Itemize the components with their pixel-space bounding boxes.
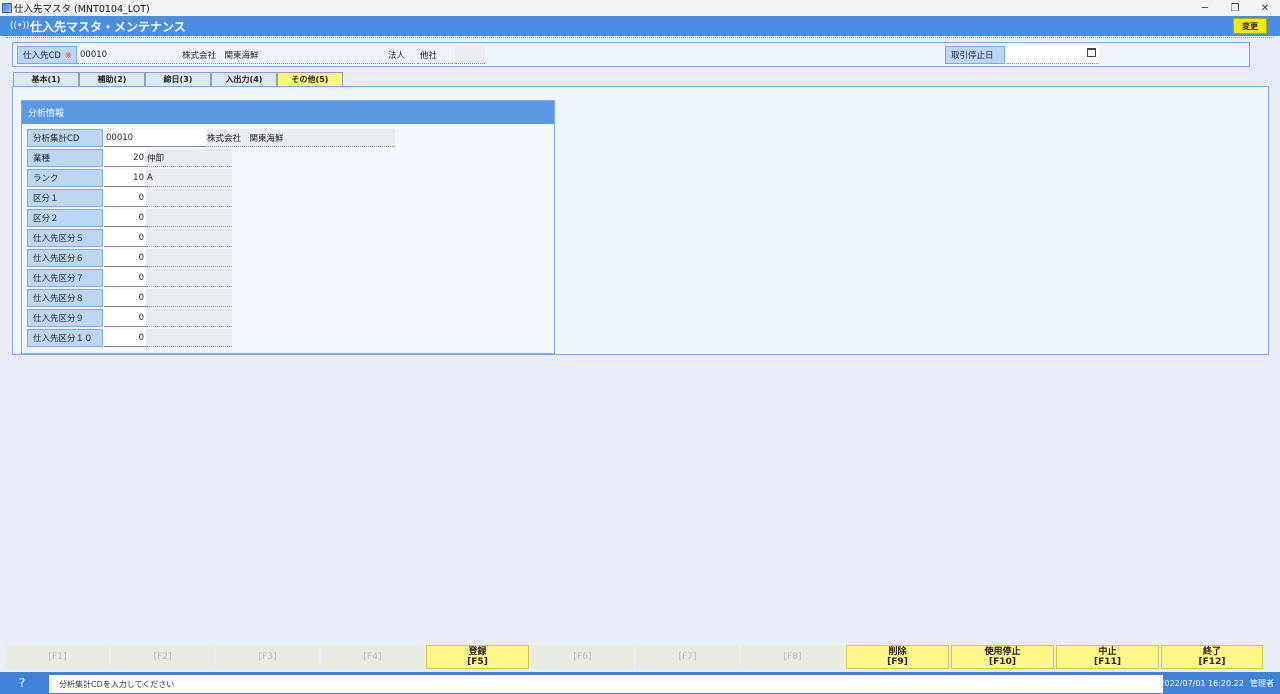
tab-other[interactable]: その他(5) bbox=[277, 72, 343, 86]
status-info: 2022/07/01 16:20:22 管理者 bbox=[1159, 672, 1274, 694]
cancel-button[interactable]: 中止 [F11] bbox=[1056, 645, 1159, 669]
row-label-industry: 業種 bbox=[27, 149, 103, 167]
tab-closing-date[interactable]: 締日(3) bbox=[145, 72, 211, 86]
row-label-rank: ランク bbox=[27, 169, 103, 187]
row-label-supplier-class8: 仕入先区分８ bbox=[27, 289, 103, 307]
stop-date-label: 取引停止日 bbox=[945, 46, 1005, 64]
input-class1[interactable]: 0 bbox=[104, 189, 146, 207]
f1-button[interactable]: [F1] bbox=[6, 645, 109, 669]
desc-supplier-class5 bbox=[146, 229, 232, 247]
desc-class2 bbox=[146, 209, 232, 227]
input-industry[interactable]: 20 bbox=[104, 149, 146, 167]
function-key-bar: [F1] [F2] [F3] [F4] 登録 [F5] [F6] [F7] [F8… bbox=[6, 645, 1274, 669]
desc-rank: A bbox=[146, 169, 232, 187]
change-mode-button[interactable]: 変更 bbox=[1233, 18, 1267, 34]
row-label-supplier-class9: 仕入先区分９ bbox=[27, 309, 103, 327]
desc-supplier-class9 bbox=[146, 309, 232, 327]
f7-button[interactable]: [F7] bbox=[636, 645, 739, 669]
input-supplier-class9[interactable]: 0 bbox=[104, 309, 146, 327]
corp-value: 他社 bbox=[417, 46, 453, 64]
supplier-code-field[interactable]: 00010 bbox=[77, 46, 177, 64]
f3-button[interactable]: [F3] bbox=[216, 645, 319, 669]
agg-code-label: 分析集計CD bbox=[27, 129, 103, 147]
exit-button[interactable]: 終了 [F12] bbox=[1161, 645, 1263, 669]
required-icon: ※ bbox=[64, 50, 72, 60]
minimize-icon[interactable]: ─ bbox=[1190, 0, 1220, 16]
f4-button[interactable]: [F4] bbox=[321, 645, 424, 669]
page-title: 仕入先マスタ・メンテナンス bbox=[30, 19, 186, 34]
row-label-class1: 区分１ bbox=[27, 189, 103, 207]
f8-button[interactable]: [F8] bbox=[741, 645, 844, 669]
corp-extra bbox=[455, 46, 485, 64]
input-supplier-class6[interactable]: 0 bbox=[104, 249, 146, 267]
signal-icon: ((•)) bbox=[10, 21, 30, 31]
page-header: ((•)) 仕入先マスタ・メンテナンス 変更 bbox=[0, 16, 1280, 36]
input-supplier-class5[interactable]: 0 bbox=[104, 229, 146, 247]
f2-button[interactable]: [F2] bbox=[111, 645, 214, 669]
tab-input-output[interactable]: 入出力(4) bbox=[211, 72, 277, 86]
key-area: 仕入先CD ※ 00010 株式会社 関東海鮮 法人 他社 取引停止日 bbox=[12, 42, 1250, 67]
desc-supplier-class6 bbox=[146, 249, 232, 267]
agg-code-name: 株式会社 関東海鮮 bbox=[206, 129, 395, 147]
stop-date-field[interactable] bbox=[1007, 46, 1099, 64]
status-message: 分析集計CDを入力してください bbox=[49, 675, 1163, 693]
corp-label: 法人 bbox=[385, 46, 415, 64]
row-label-class2: 区分２ bbox=[27, 209, 103, 227]
row-label-supplier-class10: 仕入先区分１０ bbox=[27, 329, 103, 347]
supplier-name: 株式会社 関東海鮮 bbox=[179, 46, 384, 64]
desc-supplier-class10 bbox=[146, 329, 232, 347]
row-label-supplier-class7: 仕入先区分７ bbox=[27, 269, 103, 287]
row-label-supplier-class5: 仕入先区分５ bbox=[27, 229, 103, 247]
input-supplier-class7[interactable]: 0 bbox=[104, 269, 146, 287]
input-supplier-class8[interactable]: 0 bbox=[104, 289, 146, 307]
desc-supplier-class8 bbox=[146, 289, 232, 307]
restore-icon[interactable]: ❐ bbox=[1220, 0, 1250, 16]
window-titlebar: 仕入先マスタ (MNT0104_LOT) ─ ❐ ✕ bbox=[0, 0, 1280, 16]
input-supplier-class10[interactable]: 0 bbox=[104, 329, 146, 347]
close-icon[interactable]: ✕ bbox=[1250, 0, 1280, 16]
panel-title: 分析情報 bbox=[22, 101, 554, 124]
agg-code-input[interactable]: 00010 bbox=[104, 129, 206, 147]
input-class2[interactable]: 0 bbox=[104, 209, 146, 227]
help-icon[interactable]: ? bbox=[0, 672, 44, 694]
window-controls: ─ ❐ ✕ bbox=[1190, 0, 1280, 16]
header-divider bbox=[6, 37, 1274, 38]
row-label-supplier-class6: 仕入先区分６ bbox=[27, 249, 103, 267]
input-rank[interactable]: 10 bbox=[104, 169, 146, 187]
f6-button[interactable]: [F6] bbox=[531, 645, 634, 669]
status-datetime: 2022/07/01 16:20:22 bbox=[1159, 678, 1244, 688]
register-button[interactable]: 登録 [F5] bbox=[426, 645, 529, 669]
supplier-code-label: 仕入先CD ※ bbox=[17, 46, 77, 64]
tab-auxiliary[interactable]: 補助(2) bbox=[79, 72, 145, 86]
desc-industry: 仲卸 bbox=[146, 149, 232, 167]
suspend-use-button[interactable]: 使用停止 [F10] bbox=[951, 645, 1054, 669]
tab-basic[interactable]: 基本(1) bbox=[13, 72, 79, 86]
calendar-icon[interactable] bbox=[1087, 48, 1096, 57]
app-icon bbox=[2, 3, 12, 13]
status-user: 管理者 bbox=[1250, 678, 1274, 688]
delete-button[interactable]: 削除 [F9] bbox=[846, 645, 949, 669]
desc-supplier-class7 bbox=[146, 269, 232, 287]
window-title: 仕入先マスタ (MNT0104_LOT) bbox=[14, 4, 150, 15]
tab-bar: 基本(1) 補助(2) 締日(3) 入出力(4) その他(5) bbox=[13, 72, 343, 86]
desc-class1 bbox=[146, 189, 232, 207]
